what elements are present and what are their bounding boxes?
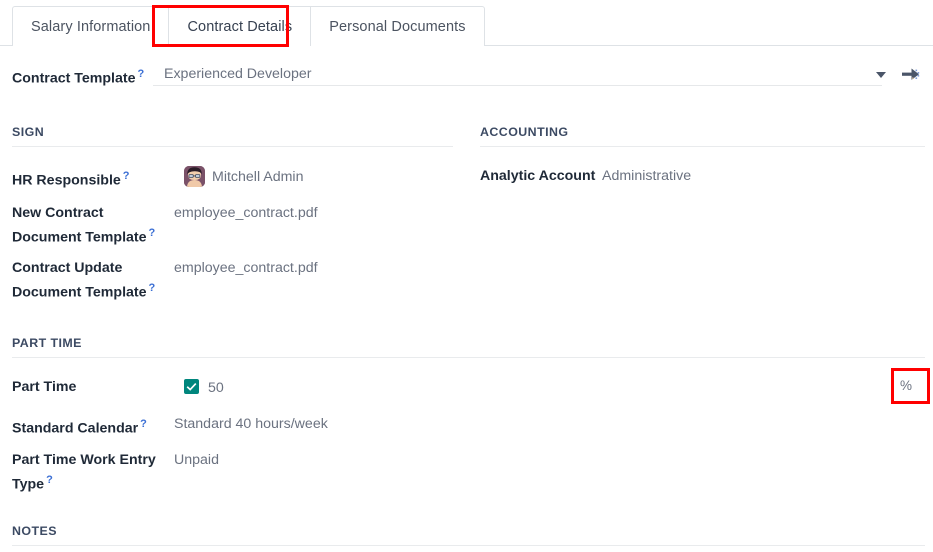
help-tooltip-icon[interactable]: ?: [149, 282, 156, 294]
help-tooltip-icon[interactable]: ?: [149, 227, 156, 239]
label-text: HR Responsible: [12, 172, 121, 189]
field-label: Part Time: [12, 379, 77, 395]
field-value[interactable]: Unpaid: [174, 450, 219, 470]
field-label: Analytic Account: [480, 168, 596, 184]
tab-label: Salary Information: [31, 18, 151, 35]
tab-contract-details[interactable]: Contract Details: [168, 6, 311, 46]
help-tooltip-icon[interactable]: ?: [46, 474, 53, 486]
field-value[interactable]: Standard 40 hours/week: [174, 414, 328, 434]
label-text-line2: Type: [12, 476, 45, 493]
tab-label: Contract Details: [187, 18, 293, 35]
label-text-line1: Part Time Work Entry: [12, 452, 156, 468]
field-label: HR Responsible?: [12, 166, 162, 191]
section-divider-accounting: [480, 146, 925, 147]
field-value[interactable]: employee_contract.pdf: [174, 203, 318, 223]
help-tooltip-icon[interactable]: ?: [138, 68, 145, 80]
chevron-down-icon[interactable]: [876, 72, 886, 78]
tab-bar: Salary Information Contract Details Pers…: [0, 0, 933, 46]
field-value[interactable]: Mitchell Admin: [212, 167, 303, 187]
contract-template-input[interactable]: Experienced Developer: [153, 62, 882, 86]
tab-label: Personal Documents: [329, 18, 466, 35]
field-label: Standard Calendar?: [12, 414, 162, 439]
part-time-percent-suffix: %: [900, 378, 913, 393]
label-text: Standard Calendar: [12, 420, 139, 437]
field-label: Part Time Work Entry Type?: [12, 450, 162, 495]
section-divider-notes: [12, 545, 925, 546]
field-value[interactable]: Administrative: [602, 166, 691, 186]
help-tooltip-icon[interactable]: ?: [140, 418, 147, 430]
contract-template-label: Contract Template?: [12, 64, 144, 89]
section-header-part-time: PART TIME: [12, 336, 82, 350]
section-divider-part-time: [12, 357, 925, 358]
part-time-checkbox[interactable]: [184, 379, 199, 394]
contract-template-value: Experienced Developer: [164, 66, 312, 82]
field-label: Contract Update Document Template?: [12, 258, 162, 303]
tab-list: Salary Information Contract Details Pers…: [12, 6, 485, 46]
help-tooltip-icon[interactable]: ?: [123, 170, 130, 182]
label-text-line1: Contract Update: [12, 260, 123, 276]
avatar: [184, 166, 205, 187]
tab-personal-documents[interactable]: Personal Documents: [310, 6, 485, 46]
section-header-notes: NOTES: [12, 524, 57, 538]
label-text-line2: Document Template: [12, 284, 147, 301]
section-divider-sign: [12, 146, 453, 147]
label-text-line1: New Contract: [12, 205, 104, 221]
label-text-line2: Document Template: [12, 229, 147, 246]
part-time-percentage-value[interactable]: 50: [208, 378, 224, 398]
section-header-accounting: ACCOUNTING: [480, 125, 569, 139]
arrow-right-icon[interactable]: [900, 63, 922, 85]
section-header-sign: SIGN: [12, 125, 45, 139]
field-value[interactable]: employee_contract.pdf: [174, 258, 318, 278]
tab-salary-information[interactable]: Salary Information: [12, 6, 169, 46]
contract-template-row: Contract Template? Experienced Developer: [12, 62, 922, 90]
label-text: Contract Template: [12, 70, 136, 87]
field-label: New Contract Document Template?: [12, 203, 162, 248]
